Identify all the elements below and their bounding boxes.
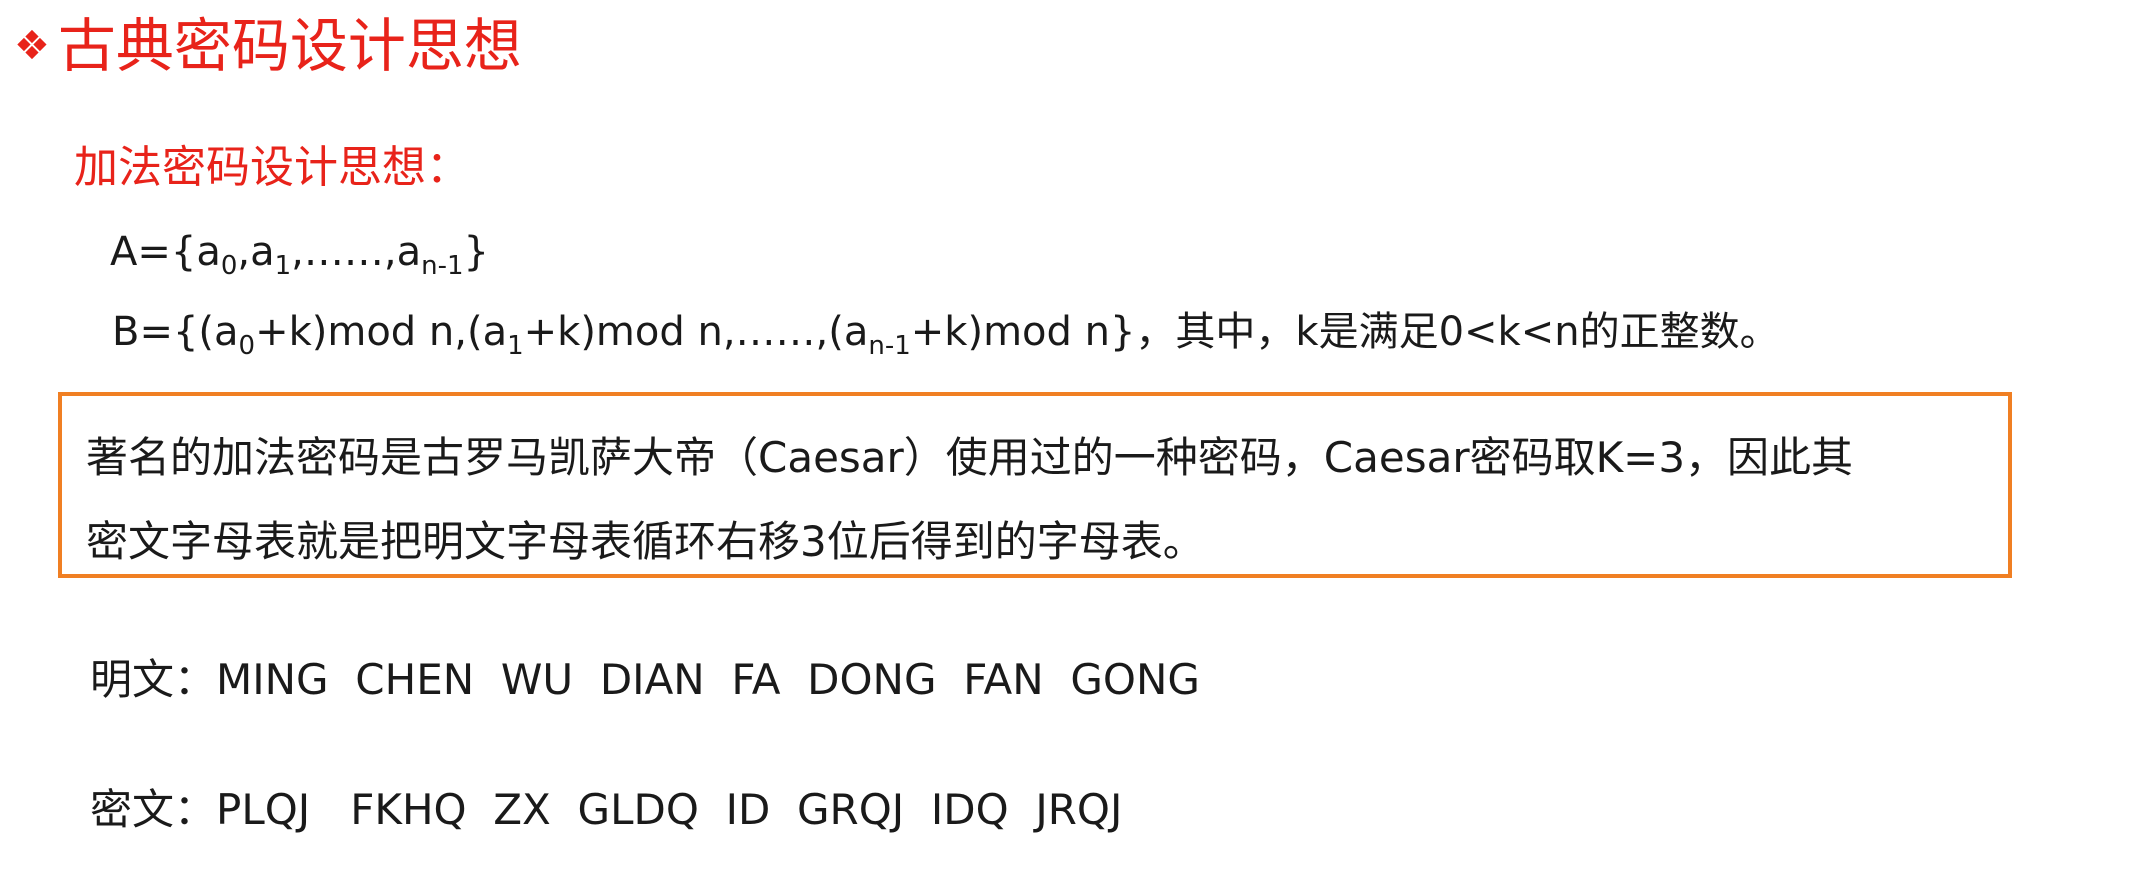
formula-b-mid-1: +k)mod n,(a: [255, 309, 508, 355]
formula-a-mid-2: ,……,a: [291, 229, 422, 275]
formula-a-prefix: A={a: [110, 229, 221, 275]
formula-a-sub-n-1: n-1: [421, 251, 464, 281]
ciphertext-example: 密文：PLQJ FKHQ ZX GLDQ ID GRQJ IDQ JRQJ: [90, 782, 1122, 838]
formula-b-prefix: B={(a: [112, 309, 239, 355]
plaintext-example: 明文：MING CHEN WU DIAN FA DONG FAN GONG: [90, 652, 1200, 708]
formula-b-mid-2: +k)mod n,……,(a: [523, 309, 869, 355]
callout-line-2: 密文字母表就是把明文字母表循环右移3位后得到的字母表。: [86, 517, 1205, 566]
formula-b-suffix: +k)mod n}，其中，k是满足0<k<n的正整数。: [910, 309, 1780, 355]
ciphertext-label: 密文：: [90, 785, 217, 834]
formula-a-suffix: }: [463, 229, 489, 275]
formula-b-sub-0: 0: [238, 331, 256, 361]
formula-b-sub-1: 1: [507, 331, 524, 361]
section-subtitle: 加法密码设计思想：: [74, 142, 470, 193]
formula-a-mid-1: ,a: [237, 229, 275, 275]
formula-a-sub-0: 0: [220, 251, 238, 281]
diamond-bullet-icon: ❖: [14, 23, 50, 69]
formula-a-sub-1: 1: [274, 251, 292, 281]
formula-b-sub-n-1: n-1: [868, 331, 911, 361]
formula-cipher-alphabet: B={(a0+k)mod n,(a1+k)mod n,……,(an-1+k)mo…: [112, 305, 1780, 359]
slide-title-text: 古典密码设计思想: [57, 12, 522, 80]
formula-plain-alphabet: A={a0,a1,……,an-1}: [110, 225, 489, 279]
plaintext-label: 明文：: [90, 655, 217, 704]
caesar-callout-box: 著名的加法密码是古罗马凯萨大帝（Caesar）使用过的一种密码，Caesar密码…: [58, 392, 2012, 578]
callout-line-1: 著名的加法密码是古罗马凯萨大帝（Caesar）使用过的一种密码，Caesar密码…: [86, 433, 1854, 482]
slide-title: ❖ 古典密码设计思想: [14, 8, 522, 84]
plaintext-value: MING CHEN WU DIAN FA DONG FAN GONG: [216, 655, 1200, 704]
ciphertext-value: PLQJ FKHQ ZX GLDQ ID GRQJ IDQ JRQJ: [216, 785, 1123, 834]
